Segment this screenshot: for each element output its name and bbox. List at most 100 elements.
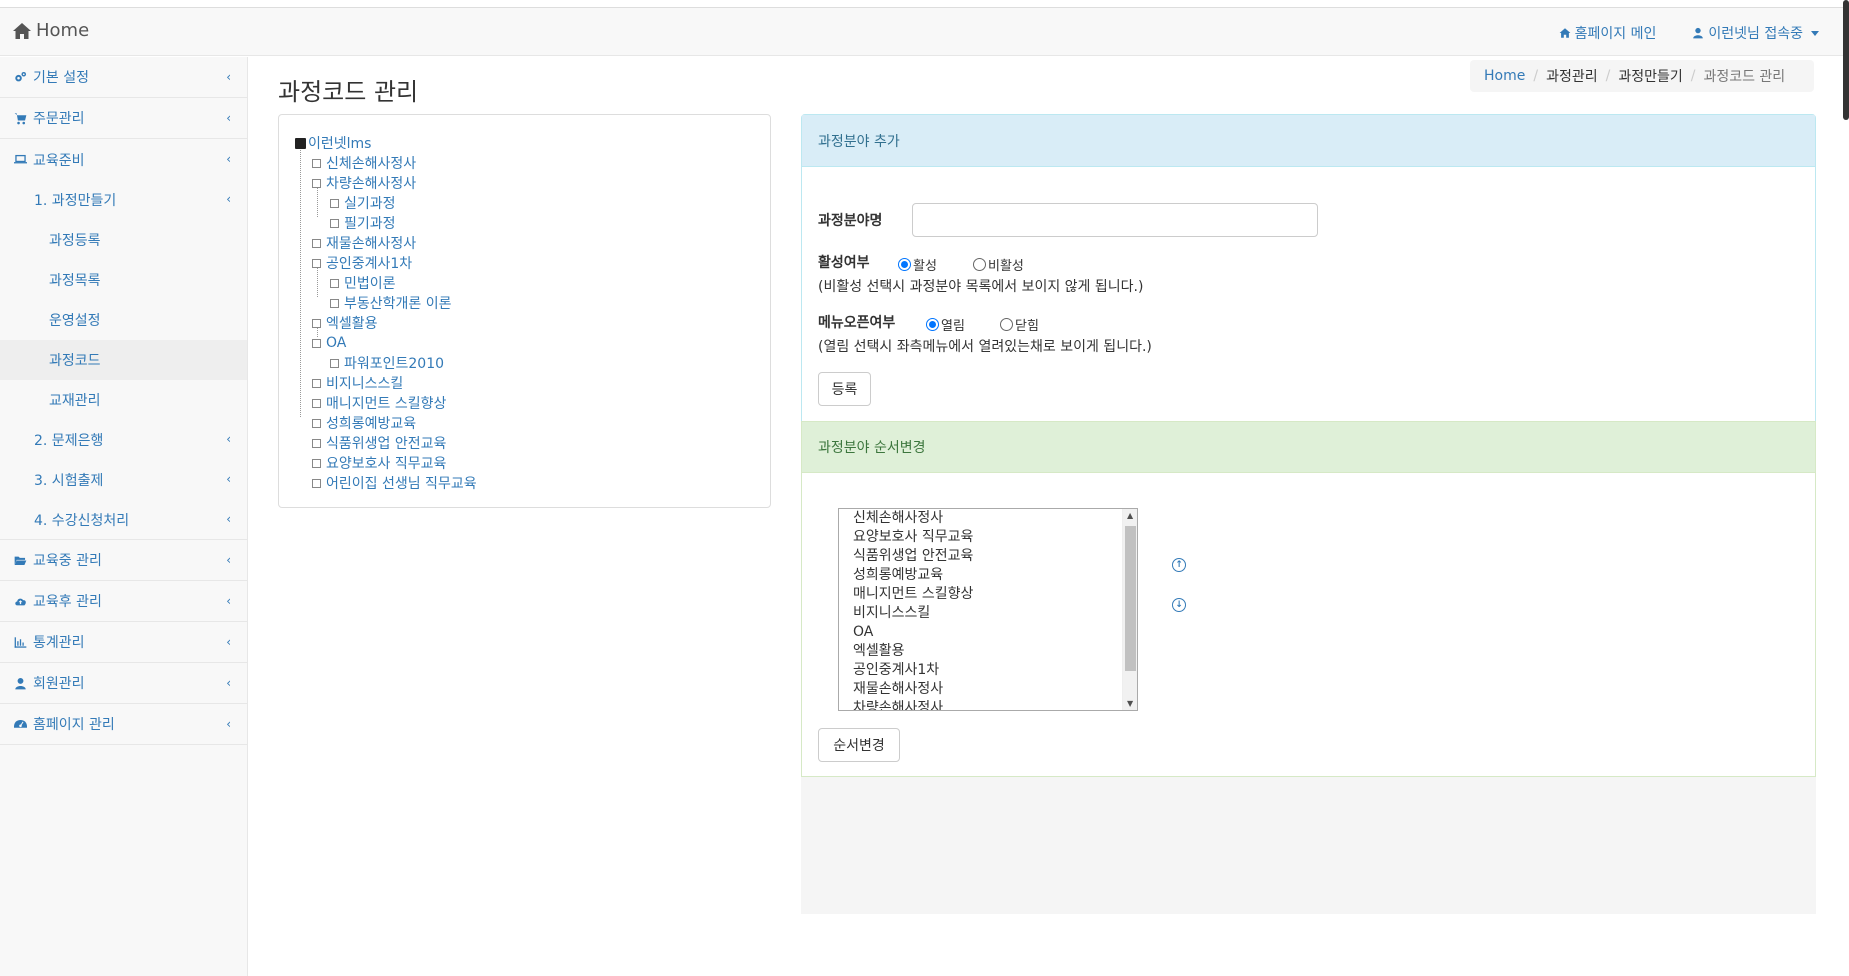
field-name-input[interactable] — [912, 203, 1318, 237]
menu-open-help-text: (열림 선택시 좌측메뉴에서 열려있는채로 보이게 됩니다.) — [818, 339, 1152, 355]
sidebar-item-orders[interactable]: 주문관리 ‹ — [0, 98, 247, 139]
sidebar-item-members[interactable]: 회원관리 ‹ — [0, 663, 247, 704]
list-option[interactable]: 엑셀활용 — [839, 642, 1137, 661]
sidebar-item-after-edu[interactable]: 교육후 관리 ‹ — [0, 581, 247, 622]
sidebar-sub-question-bank[interactable]: 2. 문제은행 ‹ — [0, 420, 247, 460]
tree-node[interactable]: 차량손해사정사 — [312, 173, 416, 193]
move-down-icon[interactable]: ↓ — [1172, 598, 1186, 612]
tree-node-label: 실기과정 — [344, 196, 396, 212]
scrollbar-thumb[interactable] — [1125, 526, 1136, 671]
chevron-left-icon: ‹ — [226, 512, 231, 526]
list-option[interactable]: 성희롱예방교육 — [839, 566, 1137, 585]
user-icon — [1693, 27, 1704, 39]
user-menu-dropdown[interactable]: 이런넷님 접속중 — [1692, 23, 1819, 43]
list-option[interactable]: OA — [839, 623, 1137, 642]
register-button[interactable]: 등록 — [818, 372, 871, 406]
tree-node[interactable]: OA — [312, 333, 346, 353]
sidebar-item-statistics[interactable]: 통계관리 ‹ — [0, 622, 247, 663]
tree-node[interactable]: 민법이론 — [330, 273, 396, 293]
list-option[interactable]: 차량손해사정사 — [839, 699, 1137, 710]
user-icon — [15, 677, 26, 689]
sidebar-sub-label: 2. 문제은행 — [34, 433, 104, 449]
chevron-left-icon: ‹ — [226, 432, 231, 446]
active-off-radio[interactable]: 비활성 — [973, 255, 1024, 274]
sidebar-sub-exam[interactable]: 3. 시험출제 ‹ — [0, 460, 247, 500]
scroll-down-arrow-icon[interactable]: ▼ — [1127, 699, 1133, 708]
menu-close-radio[interactable]: 닫힘 — [1000, 315, 1039, 334]
laptop-icon — [14, 154, 27, 164]
list-option[interactable]: 재물손해사정사 — [839, 680, 1137, 699]
tree-node[interactable]: 어린이집 선생님 직무교육 — [312, 473, 477, 493]
move-up-icon[interactable]: ↑ — [1172, 558, 1186, 572]
tree-node-label: 어린이집 선생님 직무교육 — [326, 476, 477, 492]
sidebar-link-course-list[interactable]: 과정목록 — [0, 260, 247, 300]
tree-node[interactable]: 부동산학개론 이론 — [330, 293, 452, 313]
sidebar-item-label: 교육중 관리 — [33, 553, 102, 569]
radio-label: 비활성 — [988, 259, 1024, 274]
tree-node-label: 필기과정 — [344, 216, 396, 232]
tree-node[interactable]: 재물손해사정사 — [312, 233, 416, 253]
tree-node[interactable]: 성희롱예방교육 — [312, 413, 416, 433]
list-option[interactable]: 매니지먼트 스킬향상 — [839, 585, 1137, 604]
sidebar-item-homepage-manage[interactable]: 홈페이지 관리 ‹ — [0, 704, 247, 745]
sidebar-link-course-register[interactable]: 과정등록 — [0, 220, 247, 260]
listbox-scrollbar[interactable]: ▲ ▼ — [1122, 509, 1137, 710]
active-on-radio[interactable]: 활성 — [898, 255, 937, 274]
sidebar-item-basic-settings[interactable]: 기본 설정 ‹ — [0, 57, 247, 98]
sidebar-sub-course-make[interactable]: 1. 과정만들기 ‹ — [0, 180, 247, 220]
sidebar-sub-enroll[interactable]: 4. 수강신청처리 ‹ — [0, 500, 247, 540]
content-footer-area — [801, 777, 1816, 914]
user-status-label: 이런넷님 접속중 — [1708, 26, 1803, 42]
list-option[interactable]: 신체손해사정사 — [839, 509, 1137, 528]
radio-checked-icon — [898, 258, 911, 271]
tree-node[interactable]: 비지니스스킬 — [312, 373, 403, 393]
sidebar-link-textbook[interactable]: 교재관리 — [0, 380, 247, 420]
tree-node[interactable]: 필기과정 — [330, 213, 396, 233]
tree-node[interactable]: 신체손해사정사 — [312, 153, 416, 173]
sidebar: 기본 설정 ‹ 주문관리 ‹ 교육준비 ‹ 1. 과정만들기 ‹ 과정등록 과정… — [0, 57, 248, 976]
breadcrumb-item: 과정관리 — [1546, 69, 1598, 85]
sidebar-link-course-code[interactable]: 과정코드 — [0, 340, 247, 380]
change-order-button[interactable]: 순서변경 — [818, 728, 900, 762]
menu-open-label: 메뉴오픈여부 — [818, 315, 896, 331]
tree-node-icon — [312, 318, 321, 328]
sidebar-item-edu-prep[interactable]: 교육준비 ‹ — [0, 139, 247, 180]
list-option[interactable]: 요양보호사 직무교육 — [839, 528, 1137, 547]
tree-node-label: 차량손해사정사 — [326, 176, 417, 192]
sidebar-item-during-edu[interactable]: 교육중 관리 ‹ — [0, 540, 247, 581]
brand-link[interactable]: Home — [12, 20, 89, 41]
tree-node[interactable]: 요양보호사 직무교육 — [312, 453, 446, 473]
tree-node[interactable]: 엑셀활용 — [312, 313, 378, 333]
tree-node-icon — [312, 158, 321, 168]
list-option[interactable]: 공인중계사1차 — [839, 661, 1137, 680]
breadcrumb-separator: / — [1533, 68, 1539, 84]
tree-node-icon — [312, 338, 321, 348]
tree-node-icon — [330, 218, 339, 228]
tree-node-icon — [312, 458, 321, 468]
list-option[interactable]: 식품위생업 안전교육 — [839, 547, 1137, 566]
tree-node[interactable]: 실기과정 — [330, 193, 396, 213]
menu-open-radio[interactable]: 열림 — [926, 315, 965, 334]
tree-node-label: 파워포인트2010 — [344, 356, 445, 372]
order-listbox[interactable]: 신체손해사정사 요양보호사 직무교육 식품위생업 안전교육 성희롱예방교육 매니… — [838, 508, 1138, 711]
tree-node-label: 이런넷lms — [308, 136, 372, 152]
radio-label: 활성 — [913, 259, 937, 274]
breadcrumb-home-link[interactable]: Home — [1484, 68, 1525, 84]
add-field-panel-heading: 과정분야 추가 — [802, 115, 1815, 167]
tree-node[interactable]: 식품위생업 안전교육 — [312, 433, 446, 453]
active-help-text: (비활성 선택시 과정분야 목록에서 보이지 않게 됩니다.) — [818, 279, 1144, 295]
chevron-left-icon: ‹ — [226, 717, 231, 731]
sidebar-link-operation-settings[interactable]: 운영설정 — [0, 300, 247, 340]
radio-unchecked-icon — [1000, 318, 1013, 331]
tree-root[interactable]: 이런넷lms — [295, 133, 371, 153]
scroll-up-arrow-icon[interactable]: ▲ — [1127, 511, 1133, 520]
radio-unchecked-icon — [973, 258, 986, 271]
tree-node[interactable]: 공인중계사1차 — [312, 253, 412, 273]
window-scrollbar[interactable] — [1843, 0, 1849, 120]
chevron-left-icon: ‹ — [226, 70, 231, 84]
top-border — [0, 0, 1849, 8]
tree-node[interactable]: 매니지먼트 스킬향상 — [312, 393, 446, 413]
tree-node[interactable]: 파워포인트2010 — [330, 353, 444, 373]
list-option[interactable]: 비지니스스킬 — [839, 604, 1137, 623]
homepage-main-link[interactable]: 홈페이지 메인 — [1559, 23, 1656, 43]
